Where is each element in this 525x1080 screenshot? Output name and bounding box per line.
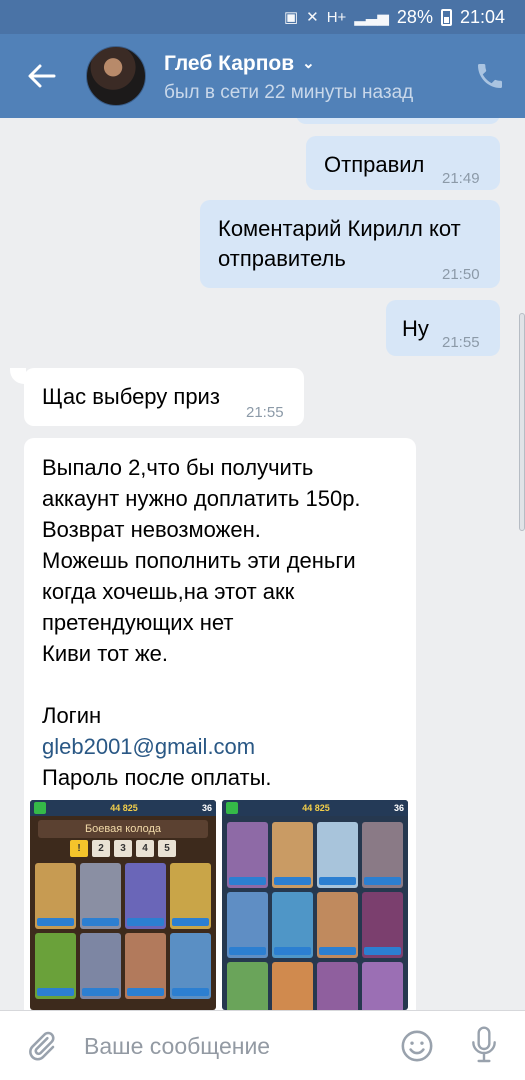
card-grid xyxy=(30,863,216,999)
message-text: Коментарий Кирилл кот отправитель xyxy=(218,216,461,271)
last-seen: был в сети 22 минуты назад xyxy=(164,82,414,103)
message-time: 21:55 xyxy=(442,334,480,351)
game-card xyxy=(80,863,121,929)
game-card xyxy=(125,933,166,999)
emoji-icon[interactable] xyxy=(400,1029,434,1063)
message-list[interactable]: Отправил 21:49 Коментарий Кирилл кот отп… xyxy=(0,118,525,1010)
message-time: 21:55 xyxy=(246,404,284,421)
game-card xyxy=(125,863,166,929)
battery-percent: 28% xyxy=(396,6,433,27)
game-card xyxy=(272,962,313,1010)
deck-tabs: ! 2 3 4 5 xyxy=(30,840,216,857)
battery-icon xyxy=(440,8,452,26)
status-bar: ▣ ✕ H+ ▂▃▅ 28% 21:04 xyxy=(0,0,525,34)
attached-image[interactable]: 44 825 36 Боевая колода ! 2 3 4 5 xyxy=(30,800,216,1010)
message-text: Отправил xyxy=(324,152,425,177)
microphone-icon[interactable] xyxy=(468,1025,500,1065)
signal-icon: ▂▃▅ xyxy=(354,9,389,26)
game-card xyxy=(35,933,76,999)
game-card xyxy=(227,892,268,958)
network-type: H+ xyxy=(326,8,347,26)
back-arrow-icon[interactable] xyxy=(26,56,58,96)
contact-name[interactable]: Глеб Карпов ⌄ xyxy=(164,52,315,76)
chat-header: Глеб Карпов ⌄ был в сети 22 минуты назад xyxy=(0,34,525,118)
message-bubble[interactable]: Коментарий Кирилл кот отправитель 21:50 xyxy=(200,200,500,288)
chevron-down-icon[interactable]: ⌄ xyxy=(302,54,315,72)
level-badge-icon xyxy=(226,802,238,814)
level-badge-icon xyxy=(34,802,46,814)
trophy-count: 36 xyxy=(201,803,212,813)
message-time: 21:49 xyxy=(442,170,480,187)
game-card xyxy=(362,962,403,1010)
gold-amount: 44 825 xyxy=(302,803,330,813)
game-card xyxy=(317,892,358,958)
message-bubble[interactable]: Отправил 21:49 xyxy=(306,136,500,190)
contact-name-text: Глеб Карпов xyxy=(164,52,295,75)
gold-amount: 44 825 xyxy=(110,803,138,813)
email-link[interactable]: gleb2001@gmail.com xyxy=(42,731,361,762)
message-text: Ну xyxy=(402,316,429,341)
message-bubble[interactable]: Ну 21:55 xyxy=(386,300,500,356)
notification-icon: ▣ xyxy=(283,9,299,26)
game-topbar: 44 825 36 xyxy=(30,800,216,816)
mute-icon: ✕ xyxy=(306,9,319,26)
scrollbar[interactable] xyxy=(519,313,525,531)
avatar[interactable] xyxy=(86,46,146,106)
game-card xyxy=(317,822,358,888)
game-card xyxy=(362,892,403,958)
password-note: Пароль после оплаты. xyxy=(42,765,272,790)
message-text: Выпало 2,что бы получить аккаунт нужно д… xyxy=(42,452,361,793)
login-label: Логин xyxy=(42,703,102,728)
game-card xyxy=(227,822,268,888)
message-input[interactable]: Ваше сообщение xyxy=(84,1033,270,1060)
game-card xyxy=(80,933,121,999)
paperclip-icon[interactable] xyxy=(24,1029,58,1063)
card-grid xyxy=(222,816,408,1010)
attached-image[interactable]: 44 825 36 xyxy=(222,800,408,1010)
message-text: Щас выберу приз xyxy=(42,384,220,409)
trophy-count: 36 xyxy=(393,803,404,813)
deck-tab: 3 xyxy=(114,840,132,857)
game-card xyxy=(227,962,268,1010)
game-card xyxy=(170,863,211,929)
deck-title: Боевая колода xyxy=(38,820,208,838)
game-card xyxy=(362,822,403,888)
message-input-bar: Ваше сообщение xyxy=(0,1010,525,1080)
message-time: 21:50 xyxy=(442,266,480,283)
game-card xyxy=(272,822,313,888)
game-card xyxy=(272,892,313,958)
game-card xyxy=(35,863,76,929)
game-card xyxy=(317,962,358,1010)
message-bubble-partial xyxy=(296,118,500,124)
deck-tab: ! xyxy=(70,840,88,857)
deck-tab: 2 xyxy=(92,840,110,857)
status-time: 21:04 xyxy=(459,6,505,27)
game-card xyxy=(170,933,211,999)
message-bubble[interactable]: Щас выберу приз 21:55 xyxy=(24,368,304,426)
deck-tab: 4 xyxy=(136,840,154,857)
game-topbar: 44 825 36 xyxy=(222,800,408,816)
deck-tab: 5 xyxy=(158,840,176,857)
phone-icon[interactable] xyxy=(474,60,506,92)
